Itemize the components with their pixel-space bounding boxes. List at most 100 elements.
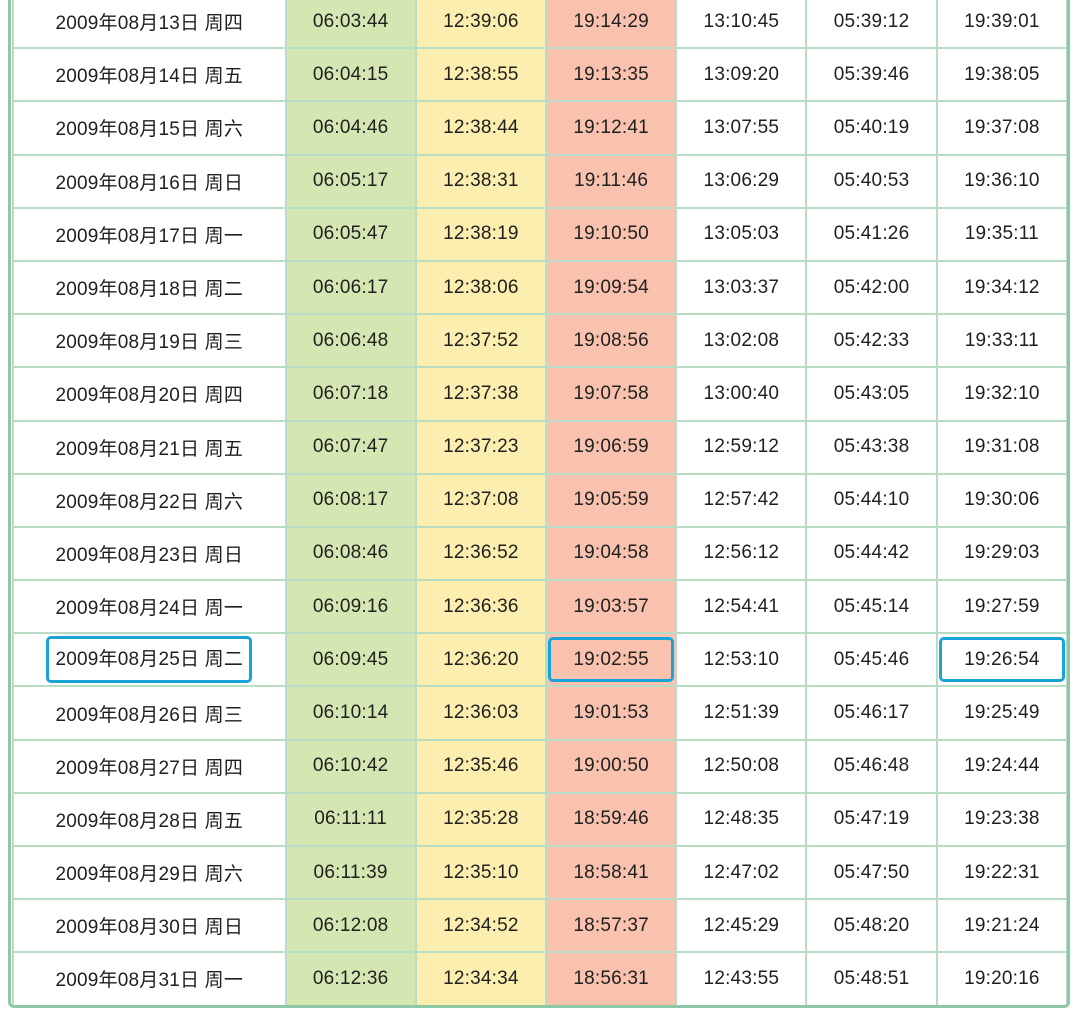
time-cell-4: 13:05:03 [675, 206, 808, 262]
sunrise-cell: 06:08:17 [284, 472, 417, 528]
cell-value: 05:44:42 [833, 542, 910, 564]
noon-cell: 12:38:44 [414, 100, 547, 156]
table-row: 2009年08月28日 周五 06:11:11 12:35:28 18:59:46 12… [12, 791, 1067, 848]
time-cell-4: 13:10:45 [675, 0, 808, 50]
date-cell: 2009年08月18日 周二 [12, 259, 287, 316]
noon-cell: 12:37:23 [414, 419, 547, 475]
sunrise-cell: 06:10:42 [284, 738, 417, 794]
time-cell-6: 19:23:38 [935, 791, 1067, 848]
cell-value: 12:36:36 [443, 595, 519, 617]
cell-value: 06:06:48 [312, 329, 389, 351]
cell-value: 05:39:12 [833, 10, 910, 32]
cell-value: 12:38:19 [443, 223, 519, 245]
cell-value: 12:54:41 [703, 595, 780, 617]
time-cell-4: 12:56:12 [675, 525, 808, 582]
sunrise-cell: 06:07:47 [284, 419, 417, 475]
time-cell-4: 13:00:40 [675, 366, 808, 422]
cell-value: 06:12:08 [312, 914, 389, 936]
cell-value: 12:36:20 [443, 648, 519, 670]
date-cell: 2009年08月27日 周四 [12, 738, 287, 794]
time-cell-6: 19:24:44 [935, 738, 1067, 794]
table-row: 2009年08月24日 周一 06:09:16 12:36:36 19:03:57 12… [12, 579, 1067, 635]
table-body: 2009年08月13日 周四 06:03:44 12:39:06 19:14:29 13… [12, 0, 1067, 1005]
time-cell-6: 19:39:01 [935, 0, 1067, 50]
date-cell: 2009年08月16日 周日 [12, 153, 287, 209]
cell-value: 12:34:52 [443, 914, 519, 936]
cell-value: 06:05:17 [312, 170, 389, 192]
cell-value: 12:37:08 [443, 489, 519, 511]
cell-value: 19:13:35 [573, 63, 649, 85]
sunset-cell: 19:01:53 [544, 685, 678, 741]
cell-value: 13:07:55 [703, 116, 780, 138]
table-row: 2009年08月15日 周六 06:04:46 12:38:44 19:12:41 13… [12, 100, 1067, 156]
table-row: 2009年08月22日 周六 06:08:17 12:37:08 19:05:59 12… [12, 472, 1067, 528]
date-cell: 2009年08月17日 周一 [12, 206, 287, 262]
time-cell-6: 19:21:24 [935, 898, 1067, 954]
cell-value: 19:14:29 [573, 10, 649, 32]
cell-value: 2009年08月21日 周五 [55, 438, 244, 460]
cell-value: 2009年08月13日 周四 [55, 13, 244, 35]
date-cell: 2009年08月15日 周六 [12, 100, 287, 156]
time-cell-4: 12:59:12 [675, 419, 808, 475]
table-row: 2009年08月29日 周六 06:11:39 12:35:10 18:58:41 12… [12, 844, 1067, 901]
table-row: 2009年08月14日 周五 06:04:15 12:38:55 19:13:35 13… [12, 47, 1067, 103]
time-cell-6: 19:37:08 [935, 100, 1067, 156]
cell-value: 19:25:49 [964, 702, 1040, 724]
cell-value: 13:05:03 [703, 223, 780, 245]
date-cell: 2009年08月31日 周一 [12, 951, 287, 1005]
cell-value: 19:36:10 [964, 170, 1040, 192]
sunrise-cell: 06:04:46 [284, 100, 417, 156]
cell-value: 12:45:29 [703, 914, 780, 936]
cell-value: 19:22:31 [964, 861, 1040, 883]
cell-value: 19:29:03 [964, 542, 1040, 564]
cell-value: 05:40:53 [833, 170, 910, 192]
sunrise-cell: 06:04:15 [284, 47, 417, 103]
cell-value: 12:59:12 [703, 436, 780, 458]
cell-value: 06:11:39 [313, 861, 388, 883]
noon-cell: 12:34:52 [414, 898, 547, 954]
cell-value: 05:40:19 [833, 116, 910, 138]
cell-value: 05:44:10 [833, 489, 910, 511]
table-row: 2009年08月13日 周四 06:03:44 12:39:06 19:14:29 13… [12, 0, 1067, 50]
sunrise-cell: 06:07:18 [284, 366, 417, 422]
noon-cell: 12:37:38 [414, 366, 547, 422]
cell-value: 12:38:31 [443, 170, 519, 192]
sunset-cell: 18:58:41 [544, 844, 678, 901]
cell-value: 19:31:08 [964, 436, 1040, 458]
time-cell-5: 05:45:14 [805, 579, 938, 635]
cell-value: 12:36:03 [443, 702, 519, 724]
sunrise-cell: 06:11:39 [284, 844, 417, 901]
cell-value: 12:35:46 [443, 755, 519, 777]
sunset-cell: 18:59:46 [544, 791, 678, 848]
cell-value: 05:41:26 [833, 223, 910, 245]
cell-value: 2009年08月20日 周四 [55, 385, 244, 407]
sunrise-cell: 06:12:36 [284, 951, 417, 1005]
time-cell-6: 19:25:49 [935, 685, 1067, 741]
sunrise-cell: 06:10:14 [284, 685, 417, 741]
time-cell-5: 05:40:53 [805, 153, 938, 209]
time-cell-4: 12:45:29 [675, 898, 808, 954]
noon-cell: 12:38:55 [414, 47, 547, 103]
table-row: 2009年08月25日 周二 06:09:45 12:36:20 19:02:55 12… [12, 632, 1067, 688]
cell-value: 12:37:23 [443, 436, 519, 458]
time-cell-6: 19:30:06 [935, 472, 1067, 528]
noon-cell: 12:36:03 [414, 685, 547, 741]
cell-value: 12:56:12 [703, 542, 780, 564]
cell-value: 06:12:36 [312, 967, 389, 989]
cell-value: 19:32:10 [964, 382, 1040, 404]
time-cell-6: 19:35:11 [935, 206, 1067, 262]
cell-value: 06:06:17 [312, 276, 389, 298]
cell-value: 19:24:44 [964, 755, 1040, 777]
cell-value: 19:38:05 [964, 63, 1040, 85]
noon-cell: 12:36:36 [414, 579, 547, 635]
noon-cell: 12:37:52 [414, 313, 547, 369]
time-cell-5: 05:46:48 [805, 738, 938, 794]
cell-value: 12:38:06 [443, 276, 519, 298]
time-cell-4: 13:07:55 [675, 100, 808, 156]
table-row: 2009年08月23日 周日 06:08:46 12:36:52 19:04:58 12… [12, 525, 1067, 582]
time-cell-5: 05:44:10 [805, 472, 938, 528]
cell-value: 19:06:59 [573, 436, 649, 458]
cell-value: 19:07:58 [573, 382, 649, 404]
cell-value: 19:33:11 [964, 329, 1039, 351]
sunset-cell: 19:12:41 [544, 100, 678, 156]
